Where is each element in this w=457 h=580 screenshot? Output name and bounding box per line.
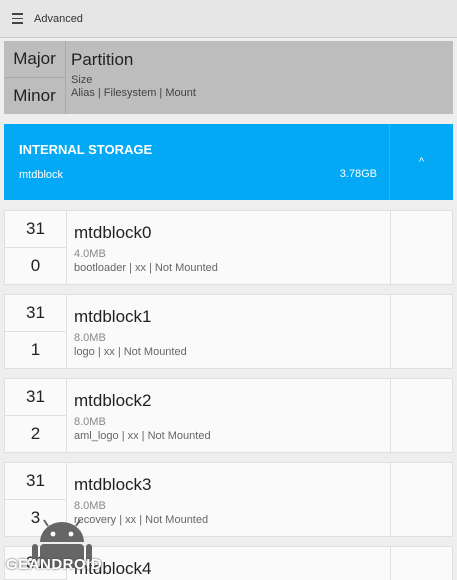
app-bar: Advanced — [0, 0, 457, 38]
partition-major: 31 — [5, 211, 66, 248]
header-title: Partition — [71, 50, 134, 69]
header-major: Major — [4, 41, 65, 78]
partition-info: mtdblock0 4.0MB bootloader | xx | Not Mo… — [67, 211, 390, 284]
partition-action[interactable] — [390, 463, 452, 536]
partition-card[interactable]: 31 1 mtdblock1 8.0MB logo | xx | Not Mou… — [4, 294, 453, 369]
partition-name: mtdblock1 — [74, 307, 152, 326]
partition-size: 8.0MB — [74, 332, 106, 344]
partition-name: mtdblock0 — [74, 223, 152, 242]
header-minor: Minor — [13, 86, 56, 105]
partition-numbers: 31 1 — [5, 295, 67, 368]
partition-major: 31 — [5, 295, 66, 332]
partition-minor: 1 — [30, 340, 41, 359]
partition-size: 8.0MB — [74, 500, 106, 512]
internal-storage-card[interactable]: INTERNAL STORAGE mtdblock 3.78GB ^ — [4, 124, 453, 200]
storage-info: INTERNAL STORAGE mtdblock 3.78GB — [4, 124, 389, 200]
partition-minor: 2 — [30, 424, 41, 443]
header-subtitle-size: Size — [71, 74, 93, 86]
storage-title: INTERNAL STORAGE — [19, 142, 153, 157]
partition-name: mtdblock3 — [74, 475, 152, 494]
partition-major: 31 — [5, 463, 66, 500]
storage-device: mtdblock — [19, 169, 64, 181]
partition-size: 4.0MB — [74, 248, 106, 260]
header-numbers: Major Minor — [4, 41, 66, 114]
partition-meta: recovery | xx | Not Mounted — [74, 514, 209, 526]
partition-action[interactable] — [390, 547, 452, 580]
collapse-toggle-icon[interactable]: ^ — [389, 124, 453, 200]
header-subtitle-meta: Alias | Filesystem | Mount — [71, 87, 196, 99]
app-title: Advanced — [34, 12, 83, 25]
menu-icon[interactable] — [0, 0, 34, 38]
partition-card[interactable]: 31 0 mtdblock0 4.0MB bootloader | xx | N… — [4, 210, 453, 285]
partition-meta: logo | xx | Not Mounted — [74, 346, 187, 358]
partition-size: 8.0MB — [74, 416, 106, 428]
partition-major: 31 — [5, 379, 66, 416]
partition-info: mtdblock2 8.0MB aml_logo | xx | Not Moun… — [67, 379, 390, 452]
storage-size: 3.78GB — [339, 168, 377, 180]
partition-action[interactable] — [390, 211, 452, 284]
partition-info: mtdblock1 8.0MB logo | xx | Not Mounted — [67, 295, 390, 368]
partition-numbers: 31 0 — [5, 211, 67, 284]
column-header: Major Minor Partition Size Alias | Files… — [4, 41, 453, 114]
partition-numbers: 31 2 — [5, 379, 67, 452]
partition-name: mtdblock2 — [74, 391, 152, 410]
partition-minor: 0 — [30, 256, 41, 275]
partition-meta: bootloader | xx | Not Mounted — [74, 262, 218, 274]
partition-name: mtdblock4 — [74, 559, 152, 578]
partition-card[interactable]: 31 2 mtdblock2 8.0MB aml_logo | xx | Not… — [4, 378, 453, 453]
partition-action[interactable] — [390, 295, 452, 368]
watermark-text: GEANDROID — [6, 556, 103, 573]
header-info: Partition Size Alias | Filesystem | Moun… — [66, 41, 196, 114]
watermark-logo: GEANDROID — [6, 518, 116, 580]
partition-meta: aml_logo | xx | Not Mounted — [74, 430, 211, 442]
partition-action[interactable] — [390, 379, 452, 452]
